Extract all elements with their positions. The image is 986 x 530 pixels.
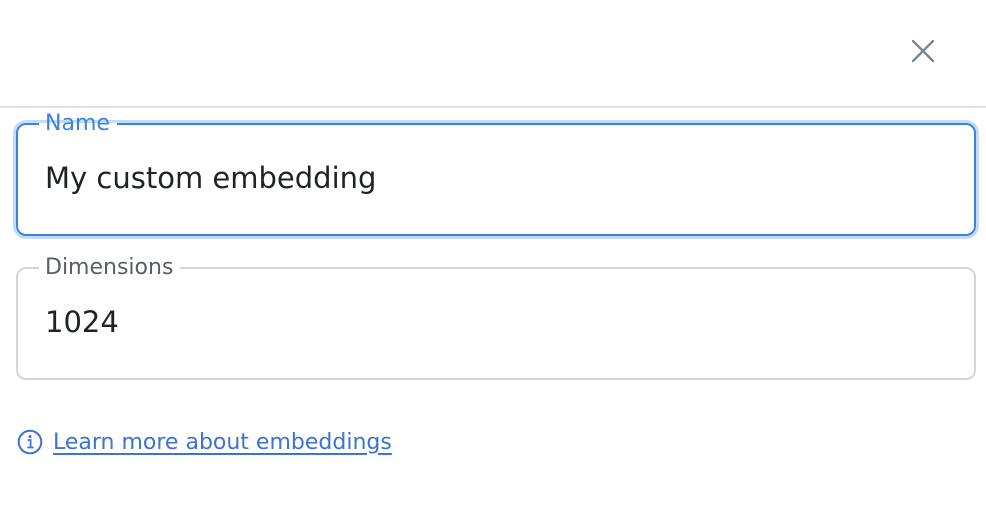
dimensions-input[interactable] <box>45 279 947 365</box>
learn-more-link[interactable]: Learn more about embeddings <box>17 429 392 455</box>
name-label: Name <box>45 111 110 136</box>
dimensions-label: Dimensions <box>45 255 174 280</box>
dimensions-field: Dimensions <box>16 257 976 380</box>
name-input[interactable] <box>45 135 947 221</box>
embedding-dialog: Name Dimensions Learn more about embeddi… <box>0 0 986 530</box>
name-field: Name <box>16 113 976 236</box>
info-icon <box>17 429 43 455</box>
close-button[interactable] <box>902 30 944 72</box>
close-icon <box>911 39 935 63</box>
dialog-header <box>0 0 986 108</box>
learn-more-text[interactable]: Learn more about embeddings <box>53 430 392 455</box>
